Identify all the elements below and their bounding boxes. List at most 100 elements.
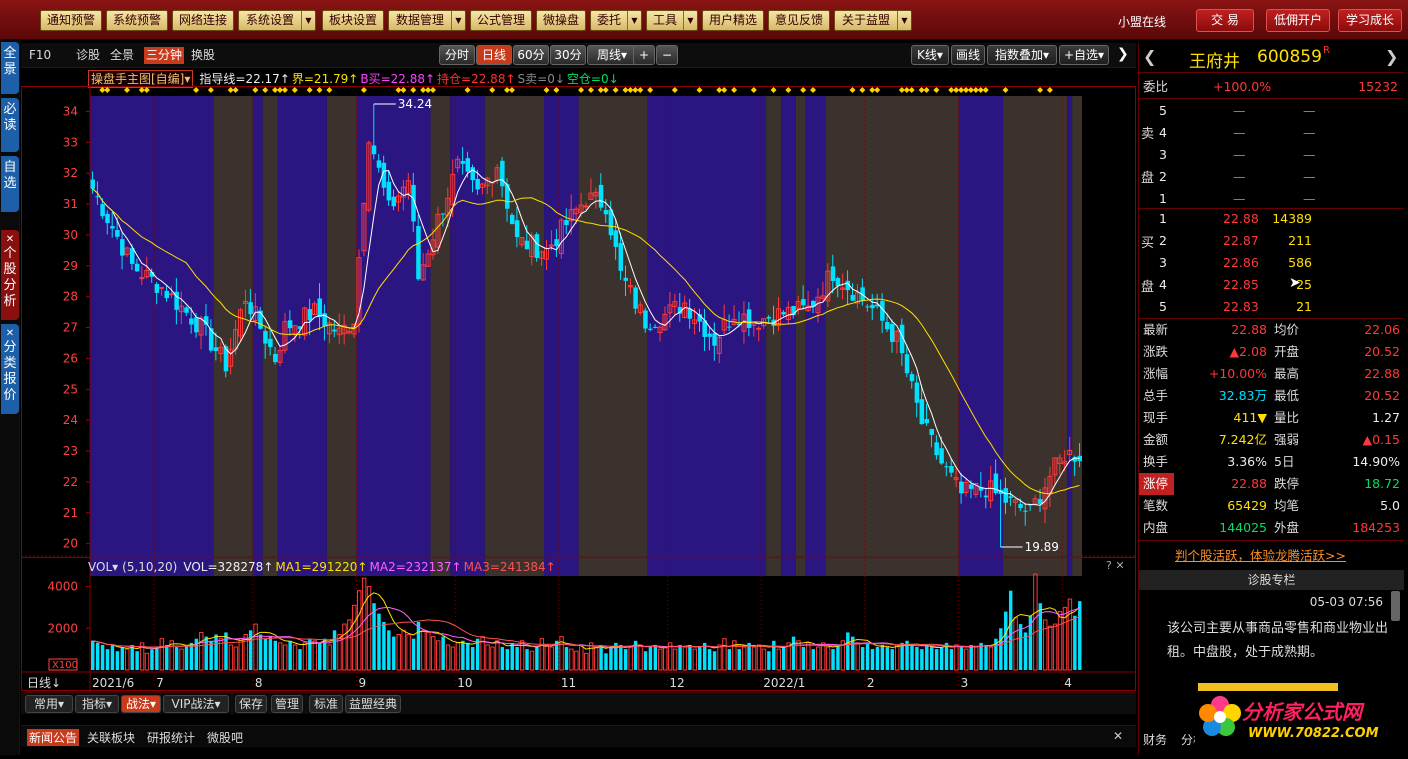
menu-button-5[interactable]: 数据管理 ▼ (388, 10, 466, 31)
period-tab-2[interactable]: 60分 (513, 45, 549, 65)
vol-bar-49 (332, 630, 337, 670)
close-icon[interactable]: ✕ (1, 328, 19, 340)
news-text[interactable]: 该公司主要从事商品零售和商业物业出租。中盘股，处于成熟期。 (1167, 617, 1389, 665)
vol-bar-73 (450, 646, 456, 671)
collapse-panel-icon[interactable]: ❯ (1117, 46, 1129, 62)
x-tick-label-9: 3 (961, 676, 969, 690)
menu-button-10[interactable]: 用户精选 (702, 10, 764, 31)
bottom-tool-1[interactable]: 指标▾ (75, 695, 119, 713)
stat-row-8: 笔数 65429 均笔 5.0 (1143, 498, 1400, 513)
menu-button-11[interactable]: 意见反馈 (768, 10, 830, 31)
analysis-tab[interactable]: 分析 (1181, 731, 1195, 748)
side-tab-1[interactable]: 必读 (1, 98, 19, 152)
stat-row-9: 内盘 144025 外盘 184253 (1143, 520, 1400, 535)
vol-bar-78 (475, 638, 480, 670)
next-stock-icon[interactable]: ❯ (1385, 47, 1398, 66)
vol-bar-48 (327, 644, 332, 671)
news-tab-3[interactable]: 微股吧 (207, 729, 243, 746)
vol-bar-65 (411, 638, 416, 670)
signal-diamond-181 (982, 87, 989, 93)
vol-bar-163 (894, 644, 900, 671)
period-tab-0[interactable]: 分时 (439, 45, 475, 65)
candle-body-60 (386, 181, 392, 201)
vol-bar-1 (95, 642, 100, 670)
header-action-button-2[interactable]: 学习成长 (1338, 9, 1402, 32)
y-tick-label-3: 31 (63, 197, 78, 211)
chart-tool-1[interactable]: 诊股 (76, 47, 100, 64)
buy-side-label: 买 (1141, 236, 1155, 251)
candle-body-125 (707, 333, 712, 337)
menu-button-8[interactable]: 委托 ▼ (590, 10, 642, 31)
vol-bar-114 (653, 644, 658, 670)
vol-bar-100 (584, 652, 589, 671)
vol-bar-128 (722, 638, 727, 671)
header-action-button-1[interactable]: 低佣开户 (1266, 9, 1330, 32)
news-tab-0[interactable]: 新闻公告 (27, 729, 80, 746)
bottom-tool-5[interactable]: 管理 (271, 695, 303, 713)
bottom-tool-0[interactable]: 常用▾ (25, 695, 73, 713)
indicator-legend: 操盘手主图[自编]▾ 指导线=22.17↑ 界=21.79↑ B买=22.88↑ 持仓=… (88, 70, 1136, 88)
side-tab-2[interactable]: 自选 (1, 156, 19, 212)
bottom-tool-4[interactable]: 保存 (235, 695, 267, 713)
candle-body-110 (633, 287, 638, 309)
menu-button-12[interactable]: 关于益盟 ▼ (834, 10, 912, 31)
vol-bar-45 (312, 640, 318, 671)
period-tab-1[interactable]: 日线 (476, 45, 512, 65)
news-tab-1[interactable]: 关联板块 (87, 729, 135, 746)
bottom-tool-3[interactable]: VIP战法▾ (163, 695, 229, 713)
prev-stock-icon[interactable]: ❮ (1143, 47, 1156, 66)
menu-button-0[interactable]: 通知预警 (40, 10, 102, 31)
kline-chart[interactable]: 3433323130292827262524232221202021/6 7 8 9 1… (21, 86, 1136, 692)
side-tab-0[interactable]: 全景 (1, 42, 19, 94)
chart-option-2[interactable]: 指数叠加▾ (987, 45, 1057, 65)
menu-button-2[interactable]: 网络连接 (172, 10, 234, 31)
vol-bar-123 (698, 647, 702, 670)
bottom-tool-2[interactable]: 战法▾ (121, 695, 161, 713)
chart-tool-3[interactable]: 三分钟 (144, 47, 185, 64)
left-side-tabs: 全景 必读 自选 ✕ 个股分析 ✕ 分类报价 (0, 40, 20, 755)
candle-body-162 (889, 323, 895, 342)
period-tab-4[interactable]: 周线▾ (587, 45, 637, 65)
signal-diamond-192 (1037, 87, 1044, 93)
period-tab-3[interactable]: 30分 (550, 45, 586, 65)
header-action-button-0[interactable]: 交 易 (1196, 9, 1254, 32)
x-tick-label-4: 10 (457, 676, 472, 690)
close-icon[interactable]: ✕ (1, 234, 19, 246)
chart-option-0[interactable]: K线▾ (911, 45, 949, 65)
period-label: 日线↓ (27, 676, 61, 690)
volume-help-close[interactable]: ? ✕ (1106, 559, 1125, 572)
zoom-in-button[interactable]: + (633, 45, 655, 65)
promo-link[interactable]: 判个股活跃，体验龙腾活跃>> (1175, 545, 1346, 564)
chart-tool-2[interactable]: 全景 (110, 47, 134, 64)
zoom-out-button[interactable]: − (656, 45, 678, 65)
sell-level-4: 4— — (1159, 125, 1316, 140)
candle-body-106 (613, 230, 619, 247)
candle-body-126 (712, 333, 717, 346)
menu-button-4[interactable]: 板块设置 (322, 10, 384, 31)
side-tab-4[interactable]: ✕ 分类报价 (1, 324, 19, 414)
diagnosis-news: 05-03 07:56 该公司主要从事商品零售和商业物业出租。中盘股，处于成熟期。 (1143, 593, 1389, 691)
menu-button-6[interactable]: 公式管理 (470, 10, 532, 31)
menu-button-9[interactable]: 工具 ▼ (646, 10, 698, 31)
menu-button-7[interactable]: 微操盘 (536, 10, 586, 31)
menu-button-1[interactable]: 系统预警 (106, 10, 168, 31)
bottom-tool-6[interactable]: 标准 (309, 695, 343, 713)
vol-bar-137 (767, 651, 771, 670)
candle-body-71 (440, 213, 446, 215)
chart-option-1[interactable]: 画线 (951, 45, 985, 65)
vol-bar-120 (682, 646, 688, 671)
signal-zone-13 (766, 96, 781, 576)
news-scrollbar[interactable] (1391, 591, 1400, 621)
side-tab-3[interactable]: ✕ 个股分析 (1, 230, 19, 320)
news-tab-2[interactable]: 研报统计 (147, 729, 195, 746)
signal-diamond-21 (193, 87, 200, 93)
bottom-tool-7[interactable]: 益盟经典 (345, 695, 401, 713)
chart-tool-0[interactable]: F10 (29, 47, 51, 64)
vol-bar-99 (579, 644, 584, 671)
chart-tool-4[interactable]: 换股 (191, 47, 215, 64)
chart-option-3[interactable]: +自选▾ (1059, 45, 1109, 65)
finance-tab[interactable]: 财务 (1143, 731, 1167, 748)
volume-selector[interactable]: VOL▾ (88, 560, 118, 574)
close-icon[interactable]: ✕ (1113, 729, 1123, 743)
menu-button-3[interactable]: 系统设置 ▼ (238, 10, 316, 31)
